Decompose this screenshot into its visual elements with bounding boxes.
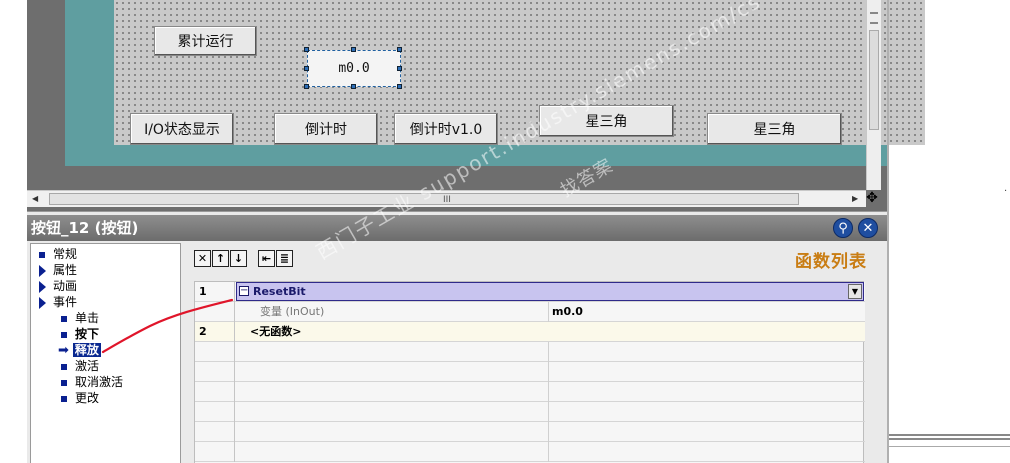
button-countdown-v1[interactable]: 倒计时v1.0 bbox=[394, 113, 498, 145]
resize-handle[interactable] bbox=[351, 84, 356, 89]
close-icon[interactable]: ✕ bbox=[858, 218, 878, 238]
stray-mark: · bbox=[1004, 186, 1008, 197]
properties-window: 按钮_12 (按钮) ⚲ ✕ 常规 属性 动画 事件 单击 按下 ➡ 释放 激活 … bbox=[27, 211, 887, 463]
property-tree: 常规 属性 动画 事件 单击 按下 ➡ 释放 激活 取消激活 更改 bbox=[30, 243, 181, 463]
table-row[interactable] bbox=[195, 402, 865, 422]
function-name: ResetBit bbox=[253, 285, 306, 298]
column-divider bbox=[548, 442, 549, 462]
tree-item-click[interactable]: 单击 bbox=[61, 310, 99, 326]
button-io-status[interactable]: I/O状态显示 bbox=[130, 113, 234, 145]
move-icon[interactable]: ✥ bbox=[864, 190, 880, 206]
button-countdown[interactable]: 倒计时 bbox=[274, 113, 378, 145]
bullet-icon bbox=[61, 315, 67, 322]
scroll-marker bbox=[870, 22, 878, 24]
column-divider bbox=[548, 362, 549, 382]
vertical-scroll-thumb[interactable] bbox=[869, 30, 879, 130]
table-row[interactable] bbox=[195, 382, 865, 402]
resize-handle[interactable] bbox=[397, 66, 402, 71]
row-number bbox=[195, 302, 235, 322]
move-up-icon[interactable]: ↑ bbox=[212, 250, 229, 267]
bullet-icon bbox=[61, 363, 67, 370]
expand-triangle-icon[interactable] bbox=[39, 280, 46, 293]
scroll-marker bbox=[870, 12, 878, 14]
resize-handle[interactable] bbox=[304, 66, 309, 71]
tree-item-events[interactable]: 事件 bbox=[39, 294, 77, 310]
bullet-icon bbox=[39, 251, 45, 258]
tree-item-release[interactable]: ➡ 释放 bbox=[58, 342, 101, 358]
row-number bbox=[195, 442, 235, 462]
table-row[interactable]: 变量 (InOut) m0.0 bbox=[195, 302, 865, 322]
scroll-grip: III bbox=[443, 195, 451, 205]
tree-item-deactivate[interactable]: 取消激活 bbox=[61, 374, 123, 390]
tree-item-animation[interactable]: 动画 bbox=[39, 278, 77, 294]
pin-icon[interactable]: ⚲ bbox=[833, 218, 853, 238]
tree-item-properties[interactable]: 属性 bbox=[39, 262, 77, 278]
button-star-delta-2[interactable]: 星三角 bbox=[707, 113, 842, 145]
row-number bbox=[195, 422, 235, 442]
horizontal-scrollbar[interactable]: ◀ III ▶ bbox=[27, 190, 866, 207]
selected-arrow-icon: ➡ bbox=[58, 343, 69, 358]
row-number bbox=[195, 342, 235, 362]
resize-handle[interactable] bbox=[397, 47, 402, 52]
delete-icon[interactable]: ✕ bbox=[194, 250, 211, 267]
column-divider bbox=[548, 342, 549, 362]
window-border bbox=[887, 0, 889, 463]
collapse-icon[interactable]: − bbox=[239, 286, 249, 296]
scroll-right-arrow-icon[interactable]: ▶ bbox=[852, 194, 858, 203]
vertical-scrollbar[interactable] bbox=[866, 0, 881, 190]
properties-title: 按钮_12 (按钮) bbox=[31, 219, 139, 237]
column-divider bbox=[548, 382, 549, 402]
horizontal-scroll-thumb[interactable]: III bbox=[49, 193, 799, 205]
resize-handle[interactable] bbox=[397, 84, 402, 89]
resize-handle[interactable] bbox=[304, 84, 309, 89]
expand-triangle-icon[interactable] bbox=[39, 264, 46, 277]
row-number bbox=[195, 382, 235, 402]
right-divider-thin bbox=[889, 446, 1010, 447]
row-number: 2 bbox=[195, 322, 235, 342]
tree-item-press[interactable]: 按下 bbox=[61, 326, 99, 342]
outdent-icon[interactable]: ⇤ bbox=[258, 250, 275, 267]
table-row[interactable] bbox=[195, 442, 865, 462]
bullet-icon bbox=[61, 331, 67, 338]
function-list-panel: ✕ ↑ ↓ ⇤ ≣ 函数列表 1 − ResetBit ▼ 变量 (InOut)… bbox=[184, 243, 887, 463]
bullet-icon bbox=[61, 395, 67, 402]
tree-item-activate[interactable]: 激活 bbox=[61, 358, 99, 374]
column-divider bbox=[548, 402, 549, 422]
properties-title-bar[interactable]: 按钮_12 (按钮) ⚲ ✕ bbox=[27, 215, 887, 241]
parameter-value[interactable]: m0.0 bbox=[552, 302, 583, 322]
scroll-left-arrow-icon[interactable]: ◀ bbox=[32, 194, 38, 203]
table-row[interactable] bbox=[195, 342, 865, 362]
parameter-name: 变量 (InOut) bbox=[260, 305, 325, 318]
function-list-heading: 函数列表 bbox=[795, 252, 867, 272]
resize-handle[interactable] bbox=[351, 47, 356, 52]
column-divider bbox=[548, 302, 549, 322]
table-row[interactable]: 1 − ResetBit ▼ bbox=[195, 282, 865, 302]
column-divider bbox=[548, 422, 549, 442]
resize-handle[interactable] bbox=[304, 47, 309, 52]
button-m00-selected[interactable]: m0.0 bbox=[307, 50, 401, 87]
canvas-frame: 累计运行 m0.0 I/O状态显示 倒计时 倒计时v1.0 星三角 星三角 bbox=[65, 0, 925, 166]
screen: 累计运行 m0.0 I/O状态显示 倒计时 倒计时v1.0 星三角 星三角 ◀ … bbox=[0, 0, 1010, 463]
bullet-icon bbox=[61, 379, 67, 386]
table-row[interactable] bbox=[195, 362, 865, 382]
indent-icon[interactable]: ≣ bbox=[276, 250, 293, 267]
function-grid[interactable]: 1 − ResetBit ▼ 变量 (InOut) m0.0 2 <无函数> bbox=[194, 281, 865, 463]
button-star-delta-1[interactable]: 星三角 bbox=[539, 105, 674, 137]
row-number bbox=[195, 402, 235, 422]
button-cumulative-run[interactable]: 累计运行 bbox=[154, 26, 257, 56]
screen-editor: 累计运行 m0.0 I/O状态显示 倒计时 倒计时v1.0 星三角 星三角 bbox=[27, 0, 925, 211]
row-number bbox=[195, 362, 235, 382]
table-row[interactable] bbox=[195, 422, 865, 442]
expand-triangle-icon[interactable] bbox=[39, 296, 46, 309]
tree-item-general[interactable]: 常规 bbox=[39, 246, 77, 262]
tree-item-change[interactable]: 更改 bbox=[61, 390, 99, 406]
no-function-cell[interactable]: <无函数> bbox=[250, 322, 301, 342]
function-cell-selected[interactable]: − ResetBit ▼ bbox=[236, 282, 864, 301]
move-down-icon[interactable]: ↓ bbox=[230, 250, 247, 267]
design-canvas[interactable]: 累计运行 m0.0 I/O状态显示 倒计时 倒计时v1.0 星三角 星三角 bbox=[114, 0, 925, 145]
table-row[interactable]: 2 <无函数> bbox=[195, 322, 865, 342]
right-divider bbox=[889, 434, 1010, 440]
row-number: 1 bbox=[195, 282, 235, 302]
chevron-down-icon[interactable]: ▼ bbox=[848, 284, 862, 299]
